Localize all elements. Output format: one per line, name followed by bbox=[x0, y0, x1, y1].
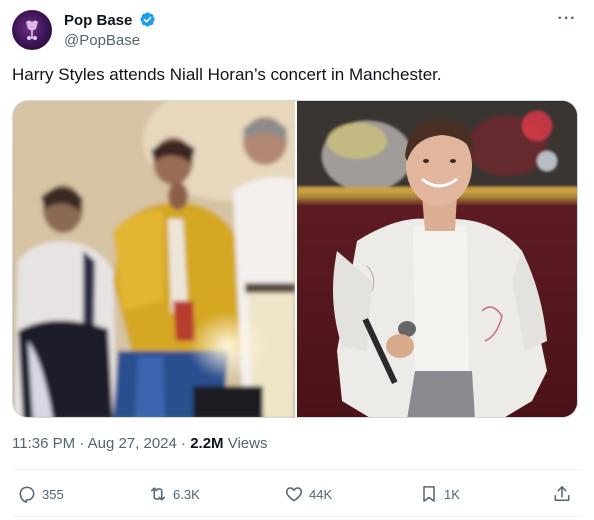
photo-niall-horan[interactable] bbox=[297, 101, 577, 417]
bookmark-count: 1K bbox=[444, 486, 460, 502]
meta-separator: · bbox=[79, 435, 85, 452]
like-count: 44K bbox=[309, 486, 333, 502]
reply-button[interactable]: 355 bbox=[17, 480, 64, 508]
bookmark-icon bbox=[423, 486, 435, 502]
retweet-count: 6.3K bbox=[173, 486, 200, 502]
retweet-icon bbox=[151, 487, 165, 501]
share-button[interactable] bbox=[552, 480, 572, 508]
share-icon bbox=[554, 486, 570, 501]
photo-left-image bbox=[13, 101, 295, 417]
tweet-header: Pop Base @PopBase ··· bbox=[12, 10, 582, 54]
author-names: Pop Base @PopBase bbox=[64, 11, 156, 51]
action-bar: 355 6.3K 44K 1K bbox=[12, 480, 582, 508]
bookmark-button[interactable]: 1K bbox=[419, 480, 460, 508]
like-button[interactable]: 44K bbox=[284, 480, 332, 508]
more-icon[interactable]: ··· bbox=[556, 11, 578, 32]
heart-icon bbox=[285, 487, 303, 502]
retweet-button[interactable]: 6.3K bbox=[148, 480, 200, 508]
avatar[interactable] bbox=[12, 10, 52, 50]
views-label: Views bbox=[227, 435, 268, 452]
pop-base-logo bbox=[26, 20, 38, 40]
reply-count: 355 bbox=[42, 486, 64, 502]
photo-right-image bbox=[297, 101, 577, 417]
display-name[interactable]: Pop Base bbox=[64, 11, 132, 30]
divider-top bbox=[12, 469, 582, 470]
verified-badge-icon bbox=[140, 12, 155, 27]
handle[interactable]: @PopBase bbox=[64, 31, 156, 51]
photo-harry-styles[interactable] bbox=[13, 101, 295, 417]
tweet-text: Harry Styles attends Niall Horan’s conce… bbox=[12, 65, 442, 84]
tweet-time[interactable]: 11:36 PM bbox=[12, 435, 75, 452]
tweet-date[interactable]: Aug 27, 2024 bbox=[88, 435, 177, 452]
tweet-meta: 11:36 PM · Aug 27, 2024 · 2.2M Views bbox=[12, 434, 267, 454]
meta-separator-2: · bbox=[181, 435, 187, 452]
views-count: 2.2M bbox=[190, 435, 224, 452]
media-grid bbox=[12, 100, 578, 418]
divider-bottom bbox=[12, 516, 582, 517]
reply-icon bbox=[19, 486, 35, 504]
